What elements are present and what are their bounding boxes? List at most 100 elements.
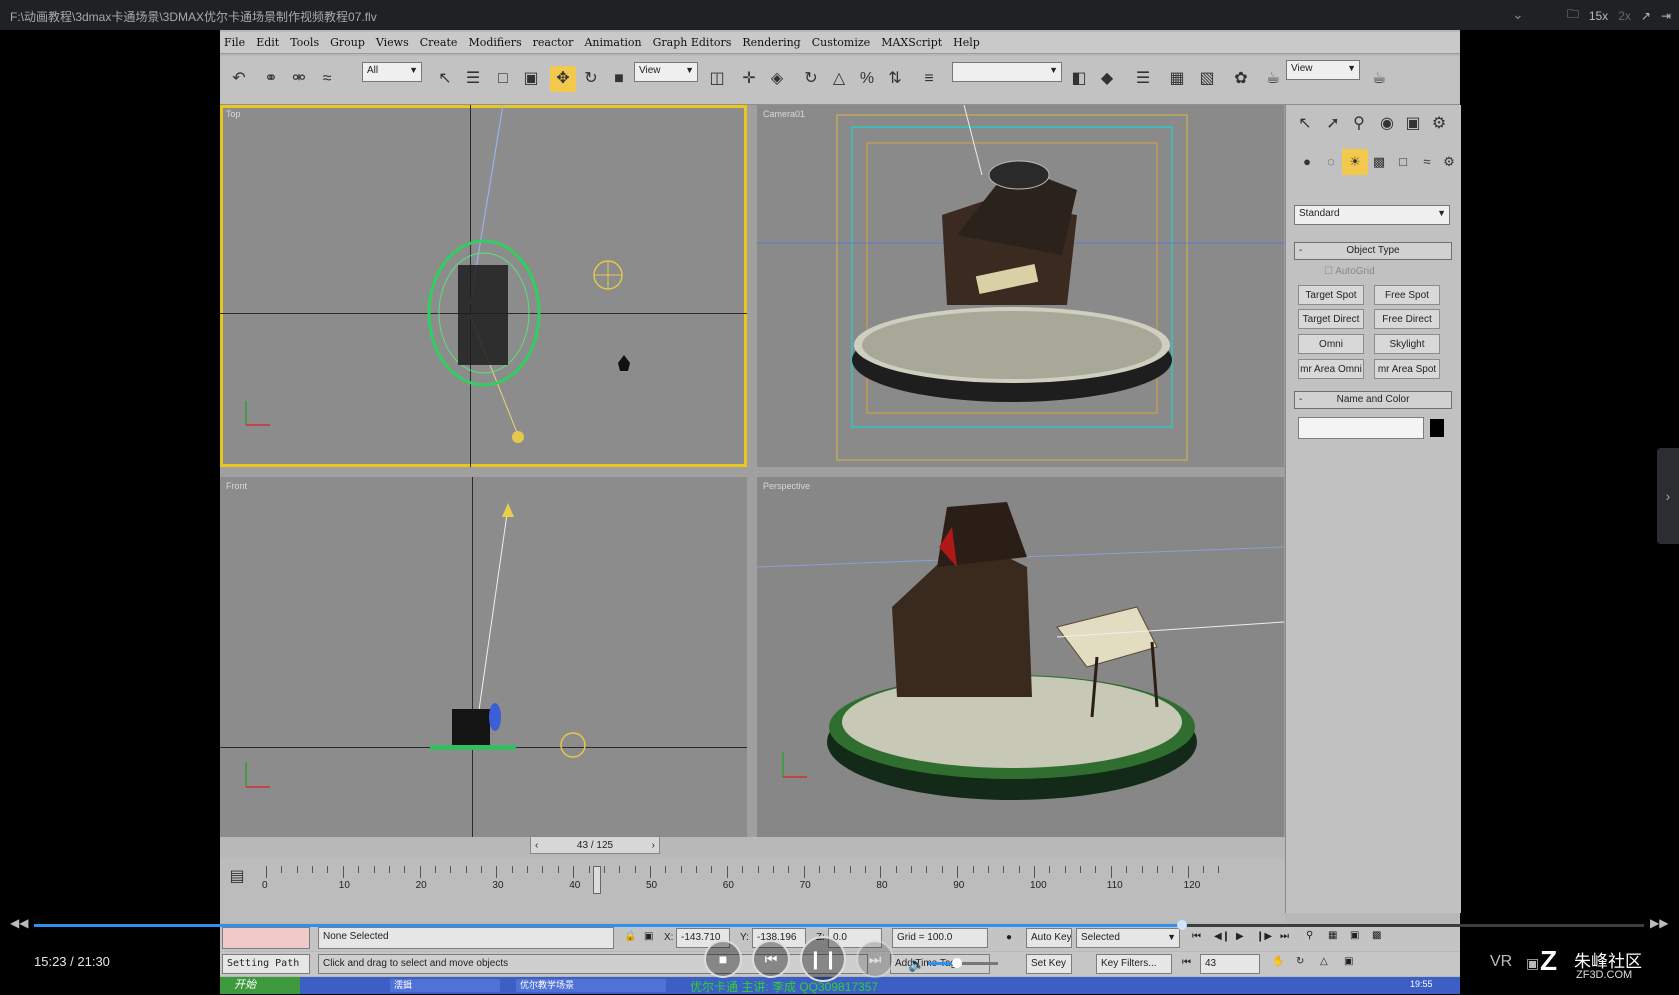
- select-and-move-icon[interactable]: ✥: [550, 66, 576, 92]
- viewport-front[interactable]: Front: [220, 477, 747, 837]
- render-scene-icon[interactable]: ☕: [1260, 66, 1286, 92]
- curve-editor-icon[interactable]: ▦: [1164, 66, 1190, 92]
- selection-filter-dropdown[interactable]: All ▼: [362, 62, 422, 82]
- stop-button[interactable]: ■: [704, 940, 742, 978]
- quick-render-icon[interactable]: ☕: [1366, 66, 1392, 92]
- align-icon[interactable]: ◆: [1094, 66, 1120, 92]
- maxscript-listener-mini[interactable]: [222, 927, 310, 949]
- goto-end-icon[interactable]: ⏭: [1280, 931, 1289, 942]
- fast-forward-icon[interactable]: ▶▶: [1650, 916, 1668, 930]
- undo-icon[interactable]: ↶: [226, 66, 252, 92]
- mr-area-omni-button[interactable]: mr Area Omni: [1298, 359, 1364, 379]
- chevron-left-icon[interactable]: ‹: [535, 837, 538, 854]
- menu-reactor[interactable]: reactor: [533, 36, 574, 49]
- snap-toggle-icon[interactable]: ↻: [798, 66, 824, 92]
- key-mode-toggle-icon[interactable]: ⏮: [1182, 957, 1191, 968]
- lock-icon[interactable]: 🔒: [624, 931, 636, 942]
- autogrid-checkbox[interactable]: ☐ AutoGrid: [1324, 266, 1375, 277]
- previous-button[interactable]: ⏮: [752, 940, 790, 978]
- manipulate-icon[interactable]: ✛: [736, 66, 762, 92]
- select-object-icon[interactable]: ↖: [432, 66, 458, 92]
- playback-progress-bar[interactable]: [34, 920, 1644, 930]
- lights-icon[interactable]: ☀: [1342, 149, 1368, 175]
- target-direct-button[interactable]: Target Direct: [1298, 309, 1364, 329]
- select-and-scale-icon[interactable]: ■: [606, 66, 632, 92]
- current-frame-marker[interactable]: [593, 866, 602, 894]
- omni-button[interactable]: Omni: [1298, 334, 1364, 354]
- menu-maxscript[interactable]: MAXScript: [881, 36, 942, 49]
- systems-icon[interactable]: ⚙: [1436, 149, 1462, 175]
- layer-manager-icon[interactable]: ☰: [1130, 66, 1156, 92]
- folder-icon[interactable]: 🗀: [1567, 5, 1579, 26]
- rect-selection-icon[interactable]: □: [490, 66, 516, 92]
- speed-alt-label[interactable]: 2x: [1618, 9, 1631, 23]
- mirror-icon[interactable]: ◧: [1066, 66, 1092, 92]
- shapes-icon[interactable]: ◌: [1318, 149, 1344, 175]
- track-bar[interactable]: ▤ 0 10 20 30 40 50 60 70 80 90 100 110 120: [220, 858, 1285, 922]
- viewport-camera[interactable]: Camera01: [757, 105, 1284, 467]
- display-tab-icon[interactable]: ▣: [1400, 111, 1426, 137]
- time-config-icon[interactable]: ●: [1006, 932, 1012, 943]
- chevron-down-icon[interactable]: ⌄: [1512, 6, 1524, 23]
- select-and-rotate-icon[interactable]: ↻: [578, 66, 604, 92]
- menu-views[interactable]: Views: [376, 36, 409, 49]
- pin-icon[interactable]: ⇥: [1661, 9, 1671, 23]
- next-frame-icon[interactable]: ❙▶: [1256, 931, 1272, 942]
- menu-modifiers[interactable]: Modifiers: [468, 36, 521, 49]
- menu-animation[interactable]: Animation: [584, 36, 641, 49]
- mini-curve-editor-icon[interactable]: ▤: [224, 864, 250, 890]
- window-crossing-icon[interactable]: ▣: [518, 66, 544, 92]
- menu-graph-editors[interactable]: Graph Editors: [653, 36, 732, 49]
- menu-create[interactable]: Create: [420, 36, 458, 49]
- mr-area-spot-button[interactable]: mr Area Spot: [1374, 359, 1440, 379]
- progress-handle[interactable]: [1176, 920, 1187, 930]
- video-frame[interactable]: File Edit Tools Group Views Create Modif…: [220, 30, 1462, 994]
- set-key-button[interactable]: Set Key: [1026, 954, 1072, 974]
- object-name-field[interactable]: [1298, 417, 1424, 439]
- free-direct-button[interactable]: Free Direct: [1374, 309, 1440, 329]
- volume-slider[interactable]: [928, 958, 998, 968]
- pause-button[interactable]: ❙❙: [800, 936, 846, 982]
- orbit-icon[interactable]: ↻: [1296, 956, 1304, 967]
- menu-tools[interactable]: Tools: [290, 36, 319, 49]
- create-tab-icon[interactable]: ↖: [1292, 111, 1318, 137]
- select-by-name-icon[interactable]: ☰: [460, 66, 486, 92]
- key-mode-dropdown[interactable]: Selected ▼: [1076, 928, 1180, 948]
- taskbar-item-2[interactable]: 优尔教学场景: [516, 979, 666, 992]
- next-button[interactable]: ⏭: [856, 940, 894, 978]
- named-selection-icon[interactable]: ≡: [916, 66, 942, 92]
- material-editor-icon[interactable]: ✿: [1228, 66, 1254, 92]
- menu-file[interactable]: File: [224, 36, 245, 49]
- current-frame-field[interactable]: 43: [1200, 954, 1260, 974]
- key-filters-button[interactable]: Key Filters...: [1096, 954, 1172, 974]
- absolute-mode-icon[interactable]: ▣: [644, 931, 653, 942]
- zoom-icon[interactable]: ⚲: [1306, 930, 1313, 941]
- rewind-icon[interactable]: ◀◀: [10, 916, 28, 930]
- menu-group[interactable]: Group: [330, 36, 365, 49]
- ref-coord-dropdown[interactable]: View ▼: [634, 62, 698, 82]
- target-spot-button[interactable]: Target Spot: [1298, 285, 1364, 305]
- menu-edit[interactable]: Edit: [256, 36, 279, 49]
- zoom-extents-icon[interactable]: ▣: [1350, 930, 1359, 941]
- pivot-center-icon[interactable]: ◫: [704, 66, 730, 92]
- taskbar-item-1[interactable]: 濡鍓: [390, 979, 500, 992]
- prev-frame-icon[interactable]: ◀❙: [1214, 931, 1230, 942]
- side-panel-toggle[interactable]: ›: [1657, 448, 1679, 544]
- start-button[interactable]: 开始: [220, 977, 300, 994]
- motion-tab-icon[interactable]: ◉: [1374, 111, 1400, 137]
- object-color-swatch[interactable]: [1430, 419, 1444, 437]
- cameras-icon[interactable]: ▩: [1366, 149, 1392, 175]
- vr-button[interactable]: VR: [1490, 953, 1512, 971]
- category-dropdown[interactable]: Standard ▼: [1294, 205, 1450, 225]
- angle-snap-icon[interactable]: △: [826, 66, 852, 92]
- viewport-top[interactable]: Top: [220, 105, 747, 467]
- keyboard-shortcut-icon[interactable]: ◈: [764, 66, 790, 92]
- auto-key-button[interactable]: Auto Key: [1026, 928, 1072, 948]
- maximize-viewport-icon[interactable]: ▣: [1344, 956, 1353, 967]
- geometry-icon[interactable]: ●: [1294, 149, 1320, 175]
- fov-icon[interactable]: △: [1320, 956, 1328, 967]
- time-slider[interactable]: ‹ 43 / 125 ›: [530, 836, 660, 854]
- pan-icon[interactable]: ✋: [1272, 956, 1284, 967]
- name-and-color-rollout[interactable]: - Name and Color: [1294, 391, 1452, 409]
- render-type-dropdown[interactable]: View ▼: [1286, 60, 1360, 80]
